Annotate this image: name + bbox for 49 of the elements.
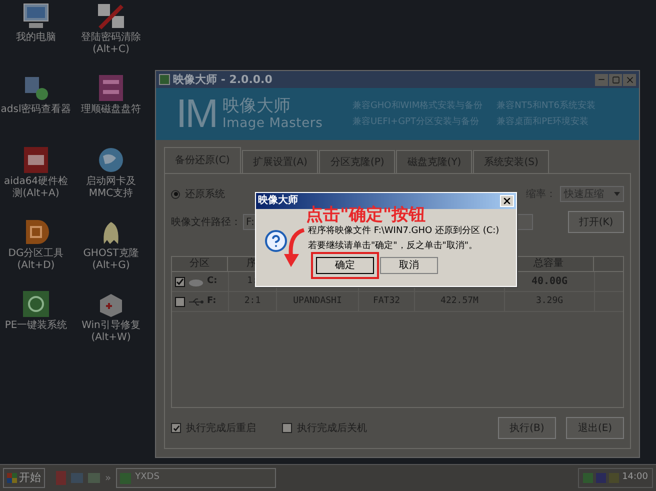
checkbox[interactable] (282, 423, 292, 433)
desktop-icon-label[interactable]: aida64硬件检测(Alt+A) (0, 176, 72, 200)
checkbox[interactable] (171, 423, 181, 433)
maximize-button[interactable] (609, 74, 622, 86)
disk-tool-icon (96, 74, 126, 102)
close-icon (502, 196, 512, 206)
logo-mark: IM (176, 94, 216, 134)
desktop-icon-label[interactable]: adsl密码查看器 (0, 104, 72, 116)
close-icon (624, 74, 634, 84)
logo-subtitle: Image Masters (222, 116, 324, 131)
globe-icon (96, 146, 126, 174)
more-icons[interactable]: » (105, 470, 112, 486)
app-icon (159, 74, 170, 85)
question-icon (264, 229, 288, 253)
logo-title: 映像大师 (222, 97, 292, 116)
checkmark-icon (172, 424, 180, 432)
checkbox[interactable] (175, 276, 185, 286)
annotation-text: 点击"确定"按钮 (306, 206, 426, 225)
desktop-icon-label[interactable]: 理顺磁盘盘符 (81, 104, 141, 116)
curved-arrow (283, 228, 305, 268)
windows-flag-icon (7, 473, 17, 483)
close-button[interactable] (500, 195, 514, 207)
checkbox[interactable] (175, 296, 185, 306)
clock: 14:00 (622, 471, 648, 484)
hard-drive-icon (188, 276, 204, 286)
usb-icon (188, 296, 204, 306)
desktop-icon-label[interactable]: PE一键装系统 (4, 320, 68, 332)
computer-icon (21, 2, 51, 30)
taskbar-button[interactable]: YXDS (116, 468, 276, 488)
caret-icon (614, 192, 620, 196)
dialog-message: 若要继续请单击"确定"，反之单击"取消"。 (308, 240, 479, 252)
checkmark-icon (176, 278, 184, 286)
tray-icon[interactable] (596, 473, 606, 483)
dialog-button[interactable]: 取消 (380, 257, 438, 274)
minimize-button[interactable] (595, 74, 608, 86)
desktop-icon-label[interactable]: GHOST克隆 (Alt+G) (83, 248, 139, 272)
desktop-icon-label[interactable]: 我的电脑 (16, 32, 56, 44)
start-button[interactable]: 开始 (3, 468, 45, 488)
desktop-icon-label[interactable]: Win引导修复 (Alt+W) (82, 320, 140, 344)
desktop-icon-label[interactable]: 启动网卡及 MMC支持 (86, 176, 136, 200)
desktop-icon-label[interactable]: 登陆密码清除 (Alt+C) (81, 32, 141, 56)
desktop-icon-label[interactable]: DG分区工具 (Alt+D) (8, 248, 64, 272)
window-title: 映像大师 - 2.0.0.0 (173, 74, 272, 85)
dialog-title: 映像大师 (258, 196, 298, 206)
dialog-message: 程序将映像文件 F:\WIN7.GHO 还原到分区 (C:) (308, 225, 500, 237)
radio-button[interactable] (171, 190, 180, 198)
app-icon (120, 472, 132, 484)
maximize-icon (612, 76, 620, 84)
tray-icon[interactable] (583, 473, 594, 483)
